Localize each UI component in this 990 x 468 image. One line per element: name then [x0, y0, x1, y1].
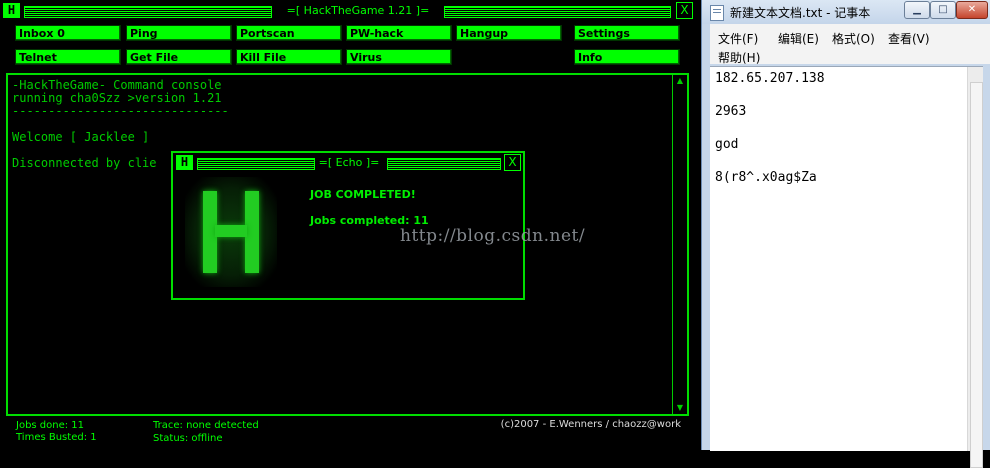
menu-view[interactable]: 查看(V) — [888, 30, 930, 47]
scroll-up-icon[interactable]: ▲ — [673, 75, 687, 87]
echo-stripes-right — [387, 158, 501, 170]
console-line: Disconnected by clie — [12, 156, 157, 170]
text-line: god — [715, 137, 739, 152]
console-line: -HackTheGame- Command console — [12, 78, 222, 92]
menu-hangup-button[interactable]: Hangup — [456, 25, 562, 41]
trace-status: Trace: none detected — [153, 420, 259, 431]
connection-status: Status: offline — [153, 433, 223, 444]
htg-titlebar[interactable]: H =[ HackTheGame 1.21 ]= X — [2, 2, 694, 19]
notepad-text-area[interactable]: 182.65.207.138 2963 god 8(r8^.x0ag$Za — [710, 66, 983, 468]
menu-portscan-button[interactable]: Portscan — [236, 25, 342, 41]
close-icon[interactable]: ✕ — [956, 1, 988, 19]
minimize-icon[interactable]: ▁ — [904, 1, 930, 19]
text-line: 8(r8^.x0ag$Za — [715, 170, 817, 185]
maximize-icon[interactable]: □ — [930, 1, 956, 19]
menu-telnet-button[interactable]: Telnet — [15, 49, 121, 65]
jobs-done-status: Jobs done: 11 — [16, 420, 85, 431]
notepad-icon — [710, 5, 724, 21]
text-line: 2963 — [715, 104, 747, 119]
scroll-thumb[interactable] — [970, 82, 983, 468]
menu-format[interactable]: 格式(O) — [832, 30, 875, 47]
console-line: Welcome [ Jacklee ] — [12, 130, 150, 144]
menu-killfile-button[interactable]: Kill File — [236, 49, 342, 65]
htg-logo-icon: H — [3, 3, 20, 18]
menu-help[interactable]: 帮助(H) — [718, 49, 760, 66]
titlebar-stripes-right — [444, 6, 671, 18]
watermark-text: http://blog.csdn.net/ — [400, 226, 586, 246]
times-busted-status: Times Busted: 1 — [16, 432, 97, 443]
copyright-text: (c)2007 - E.Wenners / chaozz@work — [500, 419, 681, 430]
menu-ping-button[interactable]: Ping — [126, 25, 232, 41]
echo-close-button[interactable]: X — [504, 154, 521, 171]
menu-pwhack-button[interactable]: PW-hack — [346, 25, 452, 41]
menu-edit[interactable]: 编辑(E) — [778, 30, 819, 47]
menu-settings-button[interactable]: Settings — [574, 25, 680, 41]
echo-titlebar[interactable]: H =[ Echo ]= X — [173, 153, 523, 172]
htg-title: =[ HackTheGame 1.21 ]= — [278, 3, 438, 18]
titlebar-stripes-left — [24, 6, 272, 18]
job-completed-message: JOB COMPLETED! — [310, 188, 416, 201]
echo-logo-icon: H — [176, 155, 193, 170]
echo-stripes-left — [197, 158, 315, 170]
hackthegame-logo-icon — [185, 177, 277, 287]
console-scrollbar[interactable]: ▲ ▼ — [672, 75, 687, 414]
notepad-menubar: 文件(F) 编辑(E) 格式(O) 查看(V) 帮助(H) — [710, 24, 990, 66]
console-line: running cha0Szz >version 1.21 — [12, 91, 222, 105]
scroll-down-icon[interactable]: ▼ — [673, 402, 687, 414]
menu-virus-button[interactable]: Virus — [346, 49, 452, 65]
notepad-scrollbar[interactable] — [967, 67, 983, 468]
notepad-window: 新建文本文档.txt - 记事本 ▁ □ ✕ 文件(F) 编辑(E) 格式(O)… — [701, 0, 990, 468]
htg-close-button[interactable]: X — [676, 2, 693, 19]
menu-file[interactable]: 文件(F) — [718, 30, 758, 47]
menu-info-button[interactable]: Info — [574, 49, 680, 65]
text-line: 182.65.207.138 — [715, 71, 825, 86]
notepad-titlebar[interactable]: 新建文本文档.txt - 记事本 ▁ □ ✕ — [702, 0, 990, 24]
menu-getfile-button[interactable]: Get File — [126, 49, 232, 65]
echo-title: =[ Echo ]= — [315, 155, 383, 170]
console-line: ------------------------------ — [12, 104, 229, 118]
notepad-title: 新建文本文档.txt - 记事本 — [730, 6, 871, 20]
menu-inbox-button[interactable]: Inbox 0 — [15, 25, 121, 41]
